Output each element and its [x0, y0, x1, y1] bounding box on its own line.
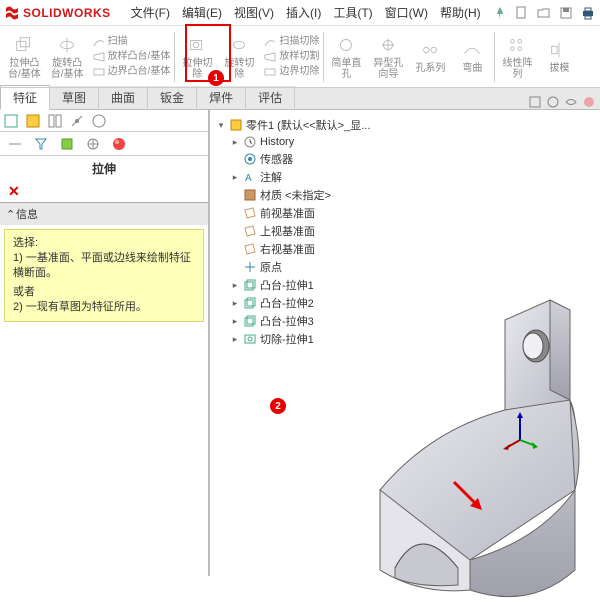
tree-plane-right[interactable]: 右视基准面: [230, 240, 370, 258]
tree-plane-front[interactable]: 前视基准面: [230, 204, 370, 222]
sweep-boss-button[interactable]: 扫描: [90, 35, 173, 49]
feature-tabs: 特征 草图 曲面 钣金 焊件 评估: [0, 88, 600, 110]
solidworks-icon: [4, 5, 20, 21]
main-area: 拉伸 ✕ ⌃信息 选择: 1) 一基准面、平面或边线来绘制特征横断面。 或者 2…: [0, 110, 600, 576]
extrude-boss-button[interactable]: 拉伸凸 台/基体: [4, 32, 45, 82]
pm-info-section: ⌃信息 选择: 1) 一基准面、平面或边线来绘制特征横断面。 或者 2) 一现有…: [0, 202, 208, 326]
hide-tree-icon[interactable]: [7, 136, 23, 152]
pin-icon[interactable]: [492, 5, 508, 21]
view-orient-icon[interactable]: [528, 95, 542, 109]
simple-hole-button[interactable]: 简单直 孔: [326, 32, 366, 82]
appearance-button-icon[interactable]: [111, 136, 127, 152]
menu-view[interactable]: 视图(V): [228, 2, 280, 23]
hide-show-icon[interactable]: [564, 95, 578, 109]
origin-triad-icon: [500, 410, 540, 450]
tab-weldment[interactable]: 焊件: [197, 86, 246, 109]
display-style-icon[interactable]: [546, 95, 560, 109]
tree-history[interactable]: ▸History: [230, 134, 370, 150]
pm-toolbar: [0, 132, 208, 156]
boundary-cut-button[interactable]: 边界切除: [261, 65, 321, 79]
sweep-cut-button[interactable]: 扫描切除: [261, 35, 321, 49]
open-icon[interactable]: [536, 5, 552, 21]
hole-series-button[interactable]: 孔系列: [410, 37, 450, 76]
flyout-feature-tree: ▾零件1 (默认<<默认>_显... ▸History 传感器 ▸A注解 材质 …: [216, 116, 370, 348]
print-icon[interactable]: [580, 5, 596, 21]
pm-close-button[interactable]: ✕: [0, 181, 208, 202]
callout-1: 1: [208, 70, 224, 86]
part-3d-view: [350, 290, 590, 610]
menu-edit[interactable]: 编辑(E): [176, 2, 228, 23]
hole-wizard-button[interactable]: 异型孔 向导: [368, 32, 408, 82]
property-manager: 拉伸 ✕ ⌃信息 选择: 1) 一基准面、平面或边线来绘制特征横断面。 或者 2…: [0, 110, 210, 576]
collapse-icon[interactable]: ▾: [216, 120, 226, 131]
tree-origin[interactable]: 原点: [230, 258, 370, 276]
revolve-cut-label: 旋转切 除: [224, 58, 254, 80]
bent-button[interactable]: 弯曲: [452, 37, 492, 76]
ribbon: 拉伸凸 台/基体 旋转凸 台/基体 扫描 放样凸台/基体 边界凸台/基体 拉伸切…: [0, 26, 600, 88]
chevron-up-icon: ⌃: [6, 208, 16, 221]
filter-icon[interactable]: [33, 136, 49, 152]
tab-sheetmetal[interactable]: 钣金: [148, 86, 197, 109]
manager-tabs: [0, 110, 208, 132]
callout-arrow-2: [448, 476, 492, 520]
tree-plane-top[interactable]: 上视基准面: [230, 222, 370, 240]
tree-annotations[interactable]: ▸A注解: [230, 168, 370, 186]
menu-insert[interactable]: 插入(I): [280, 2, 327, 23]
menu-window[interactable]: 窗口(W): [379, 2, 434, 23]
extrude-boss-label: 拉伸凸 台/基体: [8, 58, 41, 80]
callout-2: 2: [270, 398, 286, 414]
linear-pattern-button[interactable]: 线性阵 列: [497, 32, 537, 82]
part-icon[interactable]: [59, 136, 75, 152]
appearance-icon[interactable]: [582, 95, 596, 109]
boundary-boss-button[interactable]: 边界凸台/基体: [90, 65, 173, 79]
tree-material[interactable]: 材质 <未指定>: [230, 186, 370, 204]
loft-cut-button[interactable]: 放样切割: [261, 50, 321, 64]
tree-root[interactable]: ▾零件1 (默认<<默认>_显...: [216, 116, 370, 134]
tab-feature[interactable]: 特征: [0, 85, 50, 110]
pm-info-header[interactable]: ⌃信息: [0, 203, 208, 225]
dimxpert-icon[interactable]: [69, 113, 85, 129]
menu-help[interactable]: 帮助(H): [434, 2, 487, 23]
revolve-boss-label: 旋转凸 台/基体: [51, 58, 84, 80]
expand-icon[interactable]: ▸: [230, 334, 240, 345]
config-manager-icon[interactable]: [47, 113, 63, 129]
expand-icon[interactable]: ▸: [230, 316, 240, 327]
menu-file[interactable]: 文件(F): [125, 2, 176, 23]
app-logo: SOLIDWORKS: [4, 5, 111, 21]
revolve-boss-button[interactable]: 旋转凸 台/基体: [47, 32, 88, 82]
menubar: SOLIDWORKS 文件(F) 编辑(E) 视图(V) 插入(I) 工具(T)…: [0, 0, 600, 26]
display-icon[interactable]: [85, 136, 101, 152]
revolve-cut-button[interactable]: 旋转切 除: [219, 32, 259, 82]
tab-surface[interactable]: 曲面: [99, 86, 148, 109]
expand-icon[interactable]: ▸: [230, 280, 240, 291]
display-manager-icon[interactable]: [91, 113, 107, 129]
expand-icon[interactable]: ▸: [230, 137, 240, 148]
mirror-button[interactable]: 拔模: [539, 37, 579, 76]
svg-text:A: A: [245, 173, 252, 184]
expand-icon[interactable]: ▸: [230, 172, 240, 183]
feature-manager-icon[interactable]: [3, 113, 19, 129]
new-icon[interactable]: [514, 5, 530, 21]
menu-tools[interactable]: 工具(T): [327, 2, 378, 23]
tab-sketch[interactable]: 草图: [50, 86, 99, 109]
graphics-canvas[interactable]: ▾零件1 (默认<<默认>_显... ▸History 传感器 ▸A注解 材质 …: [210, 110, 600, 576]
property-manager-icon[interactable]: [25, 113, 41, 129]
save-icon[interactable]: [558, 5, 574, 21]
pm-title: 拉伸: [0, 156, 208, 181]
brand-text: SOLIDWORKS: [23, 6, 111, 20]
tree-sensors[interactable]: 传感器: [230, 150, 370, 168]
expand-icon[interactable]: ▸: [230, 298, 240, 309]
tab-evaluate[interactable]: 评估: [246, 86, 295, 109]
loft-boss-button[interactable]: 放样凸台/基体: [90, 50, 173, 64]
pm-info-message: 选择: 1) 一基准面、平面或边线来绘制特征横断面。 或者 2) 一现有草图为特…: [4, 229, 204, 322]
